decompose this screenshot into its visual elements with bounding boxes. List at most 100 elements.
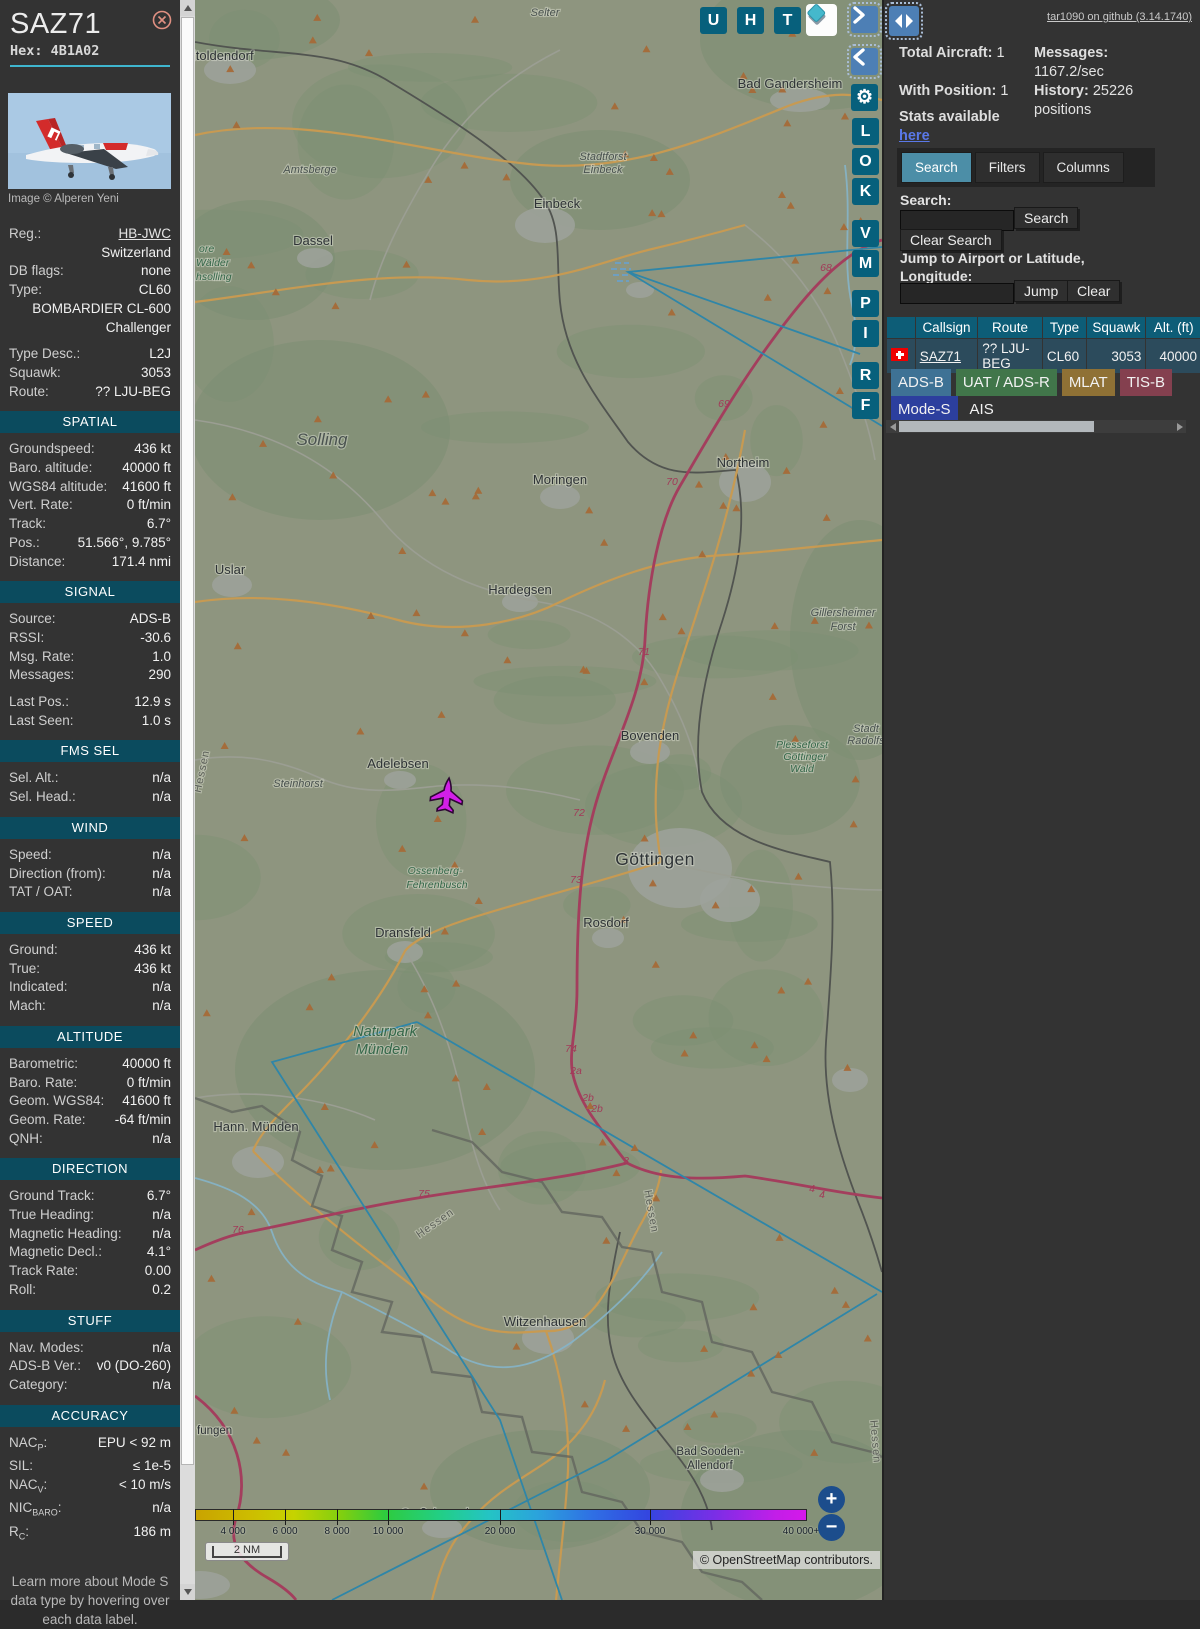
tab-columns[interactable]: Columns bbox=[1043, 152, 1124, 183]
scroll-down-icon[interactable] bbox=[180, 1584, 195, 1600]
svg-text:Steinhorst: Steinhorst bbox=[273, 778, 323, 790]
detail-row: Mach:n/a bbox=[0, 997, 180, 1016]
horizontal-scrollbar[interactable] bbox=[886, 420, 1186, 433]
detail-row: Switzerland bbox=[0, 244, 180, 263]
detail-row: Last Seen:1.0 s bbox=[0, 712, 180, 731]
detail-row: Roll:0.2 bbox=[0, 1281, 180, 1300]
map-button-u[interactable]: U bbox=[700, 7, 727, 34]
column-header[interactable]: Type bbox=[1042, 317, 1086, 339]
altitude-tick-label: 10 000 bbox=[373, 1526, 404, 1537]
zoom-in-button[interactable]: + bbox=[818, 1486, 845, 1513]
svg-text:Stadtoldendorf: Stadtoldendorf bbox=[195, 48, 254, 63]
svg-text:Hessen: Hessen bbox=[414, 1206, 456, 1241]
detail-row: TAT / OAT:n/a bbox=[0, 883, 180, 902]
map-button-m[interactable]: M bbox=[852, 250, 879, 277]
detail-row: NACP:EPU < 92 m bbox=[0, 1434, 180, 1457]
search-label: Search: bbox=[900, 192, 951, 208]
search-input[interactable] bbox=[900, 210, 1014, 231]
registration-link[interactable]: HB-JWC bbox=[119, 226, 172, 241]
aircraft-table: CallsignRouteTypeSquawkAlt. (ft) SAZ71??… bbox=[886, 316, 1200, 374]
detail-row: Squawk:3053 bbox=[0, 364, 180, 383]
osm-attribution[interactable]: © OpenStreetMap contributors. bbox=[693, 1551, 880, 1569]
svg-text:Amtsberge: Amtsberge bbox=[282, 164, 336, 176]
detail-row: Geom. Rate:-64 ft/min bbox=[0, 1111, 180, 1130]
detail-row: NACV:< 10 m/s bbox=[0, 1476, 180, 1499]
altitude-tick-label: 30 000 bbox=[635, 1526, 666, 1537]
detail-row: Barometric:40000 ft bbox=[0, 1055, 180, 1074]
map-button-p[interactable]: P bbox=[852, 290, 879, 317]
altitude-tick-label: 4 000 bbox=[220, 1526, 245, 1537]
tar1090-github-link[interactable]: tar1090 on github (3.14.1740) bbox=[1047, 11, 1192, 23]
stats-available: Stats available here bbox=[899, 108, 1099, 146]
column-header[interactable]: Squawk bbox=[1087, 317, 1146, 339]
map-button-i[interactable]: I bbox=[852, 320, 879, 347]
aircraft-list-panel: tar1090 on github (3.14.1740) Total Airc… bbox=[882, 0, 1200, 1600]
detail-row: DB flags:none bbox=[0, 262, 180, 281]
svg-text:Gillersheimer: Gillersheimer bbox=[811, 607, 877, 619]
map-button-h[interactable]: H bbox=[737, 7, 764, 34]
collapse-left-button[interactable] bbox=[851, 48, 878, 75]
jump-input[interactable] bbox=[900, 283, 1014, 304]
detail-row: Route:?? LJU-BEG bbox=[0, 383, 180, 402]
altitude-tick-label: 40 000+ bbox=[783, 1526, 819, 1537]
jump-button[interactable]: Jump bbox=[1014, 280, 1068, 302]
svg-text:Wald: Wald bbox=[790, 763, 815, 775]
map-canvas[interactable]: StadtoldendorfSelterBad GandersheimAmtsb… bbox=[195, 0, 882, 1600]
map-button-l[interactable]: L bbox=[852, 118, 879, 145]
svg-text:69: 69 bbox=[718, 398, 730, 410]
svg-text:Moringen: Moringen bbox=[533, 472, 587, 487]
callsign-link[interactable]: SAZ71 bbox=[920, 349, 961, 364]
stats-here-link[interactable]: here bbox=[899, 128, 930, 144]
detail-row: Baro. altitude:40000 ft bbox=[0, 459, 180, 478]
map-button-f[interactable]: F bbox=[852, 392, 879, 419]
expand-right-button[interactable] bbox=[851, 6, 878, 33]
svg-text:fungen: fungen bbox=[197, 1425, 232, 1437]
svg-text:Uslar: Uslar bbox=[215, 562, 246, 577]
tab-filters[interactable]: Filters bbox=[975, 152, 1040, 183]
detail-row: Baro. Rate:0 ft/min bbox=[0, 1074, 180, 1093]
source-badge-ads-b: ADS-B bbox=[891, 369, 951, 396]
map-button-v[interactable]: V bbox=[852, 220, 879, 247]
sidebar-scrollbar[interactable] bbox=[180, 0, 195, 1600]
svg-text:Hardegsen: Hardegsen bbox=[488, 582, 552, 597]
clear-search-button[interactable]: Clear Search bbox=[900, 229, 1002, 251]
svg-text:Bad Gandersheim: Bad Gandersheim bbox=[738, 76, 843, 91]
detail-row: Type Desc.:L2J bbox=[0, 345, 180, 364]
search-button[interactable]: Search bbox=[1014, 207, 1078, 229]
svg-text:74: 74 bbox=[565, 1043, 577, 1055]
zoom-out-button[interactable]: − bbox=[818, 1514, 845, 1541]
scroll-left-icon[interactable] bbox=[886, 420, 899, 433]
column-header[interactable]: Callsign bbox=[915, 317, 977, 339]
detail-row: Vert. Rate:0 ft/min bbox=[0, 496, 180, 515]
scroll-up-icon[interactable] bbox=[180, 0, 195, 16]
tab-search[interactable]: Search bbox=[901, 152, 972, 183]
svg-text:Rosdorf: Rosdorf bbox=[583, 915, 629, 930]
column-header[interactable]: Alt. (ft) bbox=[1146, 317, 1200, 339]
map-button-o[interactable]: O bbox=[852, 148, 879, 175]
svg-text:Bovenden: Bovenden bbox=[621, 728, 680, 743]
svg-text:Forst: Forst bbox=[830, 621, 856, 633]
map-scale: 2 NM bbox=[205, 1542, 289, 1561]
detail-row: Pos.:51.566°, 9.785° bbox=[0, 534, 180, 553]
svg-text:Hessen: Hessen bbox=[195, 749, 212, 794]
jump-clear-button[interactable]: Clear bbox=[1067, 280, 1120, 302]
map-button-k[interactable]: K bbox=[852, 178, 879, 205]
map-button-r[interactable]: R bbox=[852, 362, 879, 389]
detail-row: RSSI:-30.6 bbox=[0, 629, 180, 648]
hscroll-thumb[interactable] bbox=[899, 421, 1094, 432]
detail-header: SAZ71 Hex: 4B1A02 bbox=[0, 0, 180, 67]
map-button-t[interactable]: T bbox=[774, 7, 801, 34]
layers-button[interactable] bbox=[806, 4, 837, 36]
scrollbar-thumb[interactable] bbox=[181, 17, 194, 1465]
detail-row: Ground Track:6.7° bbox=[0, 1187, 180, 1206]
panel-toggle-button[interactable] bbox=[889, 6, 919, 36]
close-icon[interactable] bbox=[152, 10, 172, 30]
detail-row: Challenger bbox=[0, 319, 180, 338]
scroll-right-icon[interactable] bbox=[1173, 420, 1186, 433]
section-header: STUFF bbox=[0, 1310, 180, 1332]
column-header[interactable] bbox=[887, 317, 916, 339]
settings-button[interactable]: ⚙ bbox=[851, 84, 878, 111]
svg-text:Hessen: Hessen bbox=[641, 1189, 660, 1234]
column-header[interactable]: Route bbox=[978, 317, 1043, 339]
source-badge-tis-b: TIS-B bbox=[1120, 369, 1172, 396]
